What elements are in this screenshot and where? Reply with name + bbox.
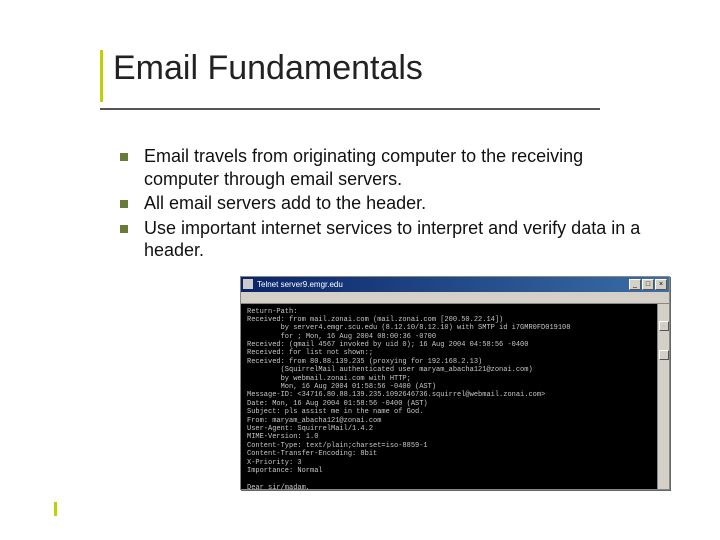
- bullet-icon: [120, 225, 128, 233]
- slide: Email Fundamentals Email travels from or…: [0, 0, 720, 540]
- bullet-icon: [120, 153, 128, 161]
- bullet-text: Use important internet services to inter…: [144, 217, 650, 262]
- window-title: Telnet server9.emgr.edu: [257, 280, 629, 289]
- close-button[interactable]: ×: [655, 279, 667, 290]
- telnet-window: Telnet server9.emgr.edu _ □ × Return-Pat…: [240, 276, 670, 490]
- list-item: Email travels from originating computer …: [120, 145, 650, 190]
- slide-title: Email Fundamentals: [113, 50, 423, 87]
- bullet-text: Email travels from originating computer …: [144, 145, 650, 190]
- maximize-button[interactable]: □: [642, 279, 654, 290]
- title-block: Email Fundamentals: [100, 50, 600, 110]
- accent-bar: [100, 50, 103, 102]
- list-item: Use important internet services to inter…: [120, 217, 650, 262]
- list-item: All email servers add to the header.: [120, 192, 650, 215]
- body: Email travels from originating computer …: [120, 145, 650, 490]
- minimize-button[interactable]: _: [629, 279, 641, 290]
- bullet-icon: [120, 200, 128, 208]
- window-controls: _ □ ×: [629, 279, 667, 290]
- vertical-scrollbar[interactable]: ▲: [657, 304, 669, 489]
- terminal-output: Return-Path: Received: from mail.zonai.c…: [241, 304, 669, 489]
- bullet-list: Email travels from originating computer …: [120, 145, 650, 262]
- corner-accent: [54, 502, 57, 516]
- window-menubar: [241, 292, 669, 304]
- bullet-text: All email servers add to the header.: [144, 192, 426, 215]
- app-icon: [243, 279, 253, 289]
- scroll-thumb[interactable]: [659, 350, 669, 360]
- scroll-up-icon[interactable]: ▲: [659, 321, 669, 331]
- window-titlebar: Telnet server9.emgr.edu _ □ ×: [241, 277, 669, 292]
